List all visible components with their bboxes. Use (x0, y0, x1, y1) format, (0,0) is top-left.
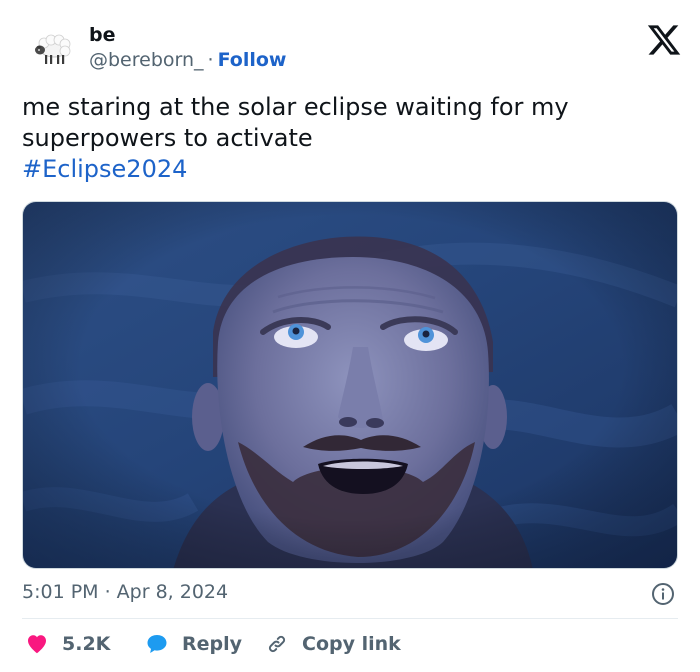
link-icon (268, 635, 286, 653)
tweet-card: be @bereborn_ · Follow me staring at the s… (0, 0, 700, 672)
speech-bubble-icon (147, 635, 167, 653)
x-logo-icon[interactable] (646, 22, 682, 58)
copy-link-label: Copy link (302, 633, 401, 655)
like-button[interactable]: 5.2K (24, 628, 110, 660)
tweet-header: be @bereborn_ · Follow (22, 22, 682, 78)
like-count: 5.2K (62, 633, 111, 655)
user-handle[interactable]: @bereborn_ (89, 49, 204, 71)
info-icon[interactable] (651, 582, 675, 606)
heart-icon (28, 635, 46, 654)
reply-label: Reply (182, 633, 243, 655)
separator-dot: · (207, 49, 214, 71)
tweet-text-line-2: superpowers to activate (22, 124, 313, 152)
tweet-timestamp[interactable]: 5:01 PM · Apr 8, 2024 (22, 580, 228, 604)
display-name[interactable]: be (89, 23, 116, 47)
tweet-text-line-1: me staring at the solar eclipse waiting … (22, 93, 569, 121)
media-illustration (23, 202, 677, 568)
reply-button[interactable]: Reply (144, 628, 242, 660)
follow-button[interactable]: Follow (218, 49, 287, 71)
avatar[interactable] (30, 26, 78, 74)
tweet-text: me staring at the solar eclipse waiting … (22, 92, 677, 185)
divider (22, 618, 678, 619)
handle-row: @bereborn_ · Follow (89, 48, 287, 72)
tweet-actions: 5.2K Reply Copy link (22, 628, 678, 660)
tweet-media-image[interactable] (22, 201, 678, 569)
hashtag-link[interactable]: #Eclipse2024 (22, 154, 677, 185)
copy-link-button[interactable]: Copy link (264, 628, 401, 660)
sheep-avatar-icon (35, 34, 71, 64)
